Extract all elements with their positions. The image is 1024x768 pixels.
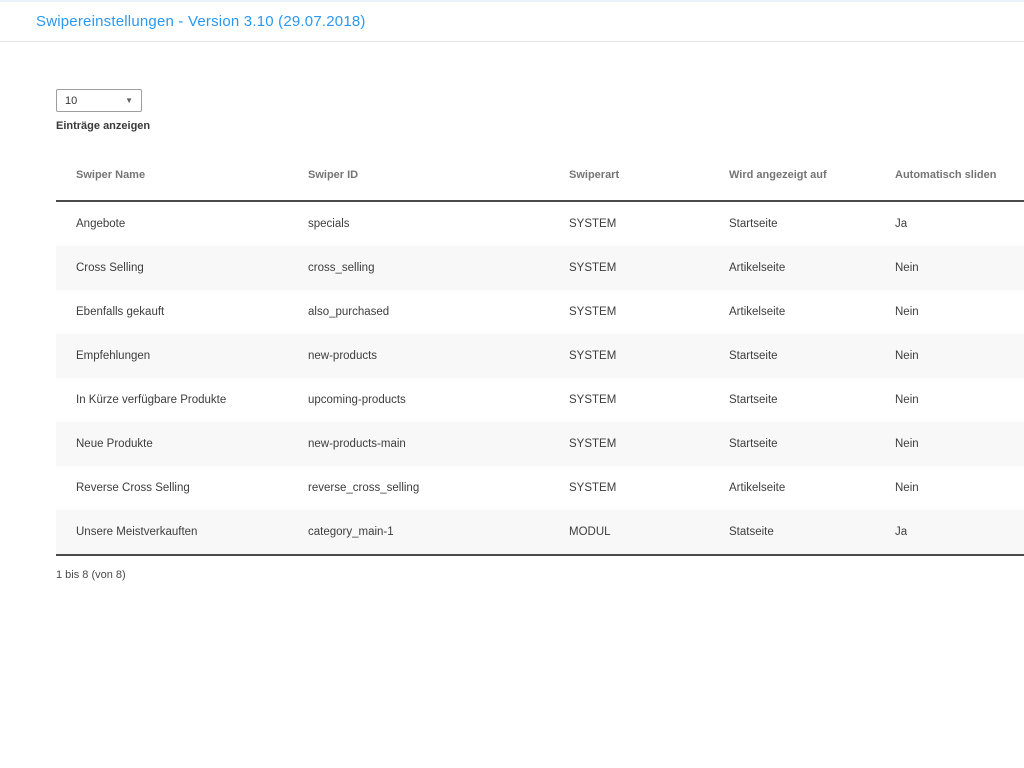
table-header-row: Swiper NameSwiper IDSwiperartWird angeze… [56, 150, 1024, 201]
pagination-info: 1 bis 8 (von 8) [56, 569, 1024, 581]
table-cell: Nein [875, 246, 1024, 290]
table-cell: Artikelseite [709, 466, 875, 510]
table-cell: SYSTEM [549, 290, 709, 334]
table-row[interactable]: In Kürze verfügbare Produkteupcoming-pro… [56, 378, 1024, 422]
page-size-control: 10 ▼ Einträge anzeigen [56, 89, 1024, 132]
table-body: AngebotespecialsSYSTEMStartseiteJaCross … [56, 201, 1024, 555]
table-row[interactable]: Ebenfalls gekauftalso_purchasedSYSTEMArt… [56, 290, 1024, 334]
table-cell: Nein [875, 334, 1024, 378]
column-header: Swiperart [549, 150, 709, 201]
table-cell: Reverse Cross Selling [56, 466, 288, 510]
table-cell: SYSTEM [549, 466, 709, 510]
table-cell: Ja [875, 201, 1024, 246]
chevron-down-icon: ▼ [125, 97, 133, 105]
table-cell: Artikelseite [709, 246, 875, 290]
table-cell: Nein [875, 422, 1024, 466]
table-cell: Nein [875, 290, 1024, 334]
table-cell: reverse_cross_selling [288, 466, 549, 510]
table-cell: Nein [875, 378, 1024, 422]
page-header: Swipereinstellungen - Version 3.10 (29.0… [0, 0, 1024, 42]
content: 10 ▼ Einträge anzeigen Swiper NameSwiper… [56, 42, 1024, 581]
table-cell: Cross Selling [56, 246, 288, 290]
table-cell: specials [288, 201, 549, 246]
table-cell: Ja [875, 510, 1024, 555]
table-row[interactable]: Reverse Cross Sellingreverse_cross_selli… [56, 466, 1024, 510]
table-cell: Statseite [709, 510, 875, 555]
table-cell: upcoming-products [288, 378, 549, 422]
table-cell: also_purchased [288, 290, 549, 334]
table-cell: Empfehlungen [56, 334, 288, 378]
table-cell: Ebenfalls gekauft [56, 290, 288, 334]
column-header: Wird angezeigt auf [709, 150, 875, 201]
column-header: Swiper ID [288, 150, 549, 201]
table-cell: Startseite [709, 334, 875, 378]
table-cell: new-products-main [288, 422, 549, 466]
table-cell: Startseite [709, 378, 875, 422]
table-cell: Angebote [56, 201, 288, 246]
table-row[interactable]: Neue Produktenew-products-mainSYSTEMStar… [56, 422, 1024, 466]
table-cell: cross_selling [288, 246, 549, 290]
table-cell: SYSTEM [549, 378, 709, 422]
table-cell: SYSTEM [549, 334, 709, 378]
table-cell: new-products [288, 334, 549, 378]
page-title: Swipereinstellungen - Version 3.10 (29.0… [36, 13, 1024, 30]
table-cell: category_main-1 [288, 510, 549, 555]
column-header: Automatisch sliden [875, 150, 1024, 201]
table-cell: Artikelseite [709, 290, 875, 334]
table-row[interactable]: AngebotespecialsSYSTEMStartseiteJa [56, 201, 1024, 246]
page-size-label: Einträge anzeigen [56, 120, 1024, 132]
table-cell: In Kürze verfügbare Produkte [56, 378, 288, 422]
table-row[interactable]: Unsere Meistverkauftencategory_main-1MOD… [56, 510, 1024, 555]
table-cell: Startseite [709, 201, 875, 246]
column-header: Swiper Name [56, 150, 288, 201]
table-cell: Neue Produkte [56, 422, 288, 466]
table-cell: Unsere Meistverkauften [56, 510, 288, 555]
table-cell: Startseite [709, 422, 875, 466]
swiper-table: Swiper NameSwiper IDSwiperartWird angeze… [56, 150, 1024, 556]
page-size-select[interactable]: 10 ▼ [56, 89, 142, 112]
table-cell: SYSTEM [549, 246, 709, 290]
table-cell: Nein [875, 466, 1024, 510]
table-cell: MODUL [549, 510, 709, 555]
table-row[interactable]: Cross Sellingcross_sellingSYSTEMArtikels… [56, 246, 1024, 290]
table-row[interactable]: Empfehlungennew-productsSYSTEMStartseite… [56, 334, 1024, 378]
table-cell: SYSTEM [549, 201, 709, 246]
table-cell: SYSTEM [549, 422, 709, 466]
page-size-value: 10 [65, 95, 77, 107]
